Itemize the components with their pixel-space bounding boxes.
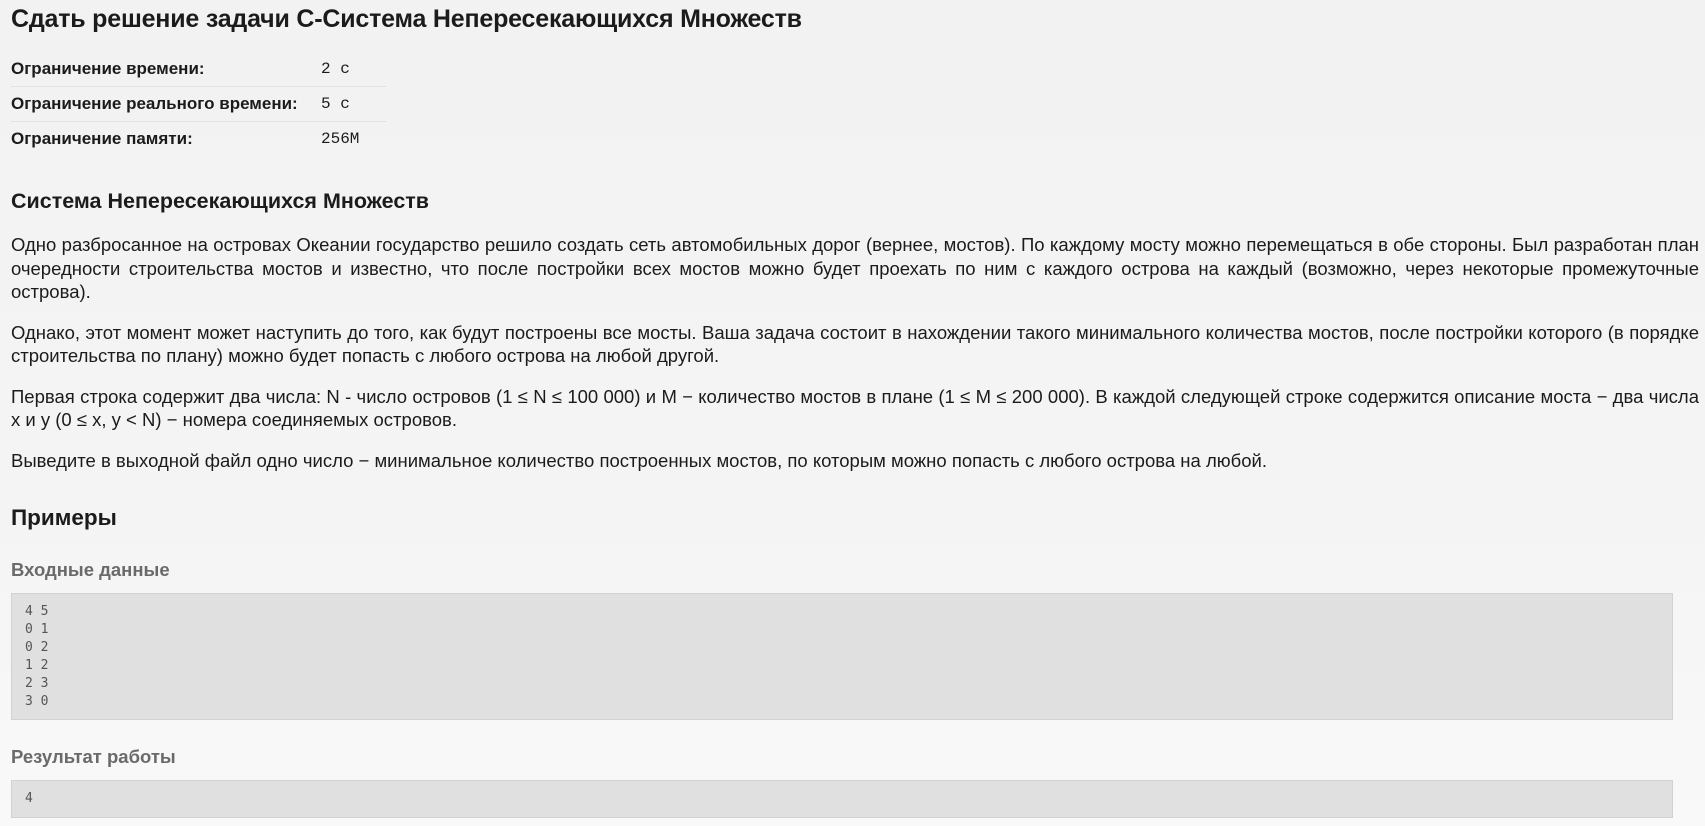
limit-row-time: Ограничение времени: 2 с xyxy=(11,52,386,87)
limit-label: Ограничение реального времени: xyxy=(11,86,321,122)
example-output-block[interactable]: 4 xyxy=(11,780,1673,818)
limit-row-memory: Ограничение памяти: 256M xyxy=(11,122,386,157)
statement-paragraph: Выведите в выходной файл одно число − ми… xyxy=(11,449,1267,471)
examples-title: Примеры xyxy=(11,505,117,530)
limit-value: 256M xyxy=(321,130,360,148)
example-output-label: Результат работы xyxy=(11,746,176,767)
statement-paragraph: Одно разбросанное на островах Океании го… xyxy=(11,234,1699,302)
limit-label: Ограничение времени: xyxy=(11,52,321,87)
problem-statement: Одно разбросанное на островах Океании го… xyxy=(11,233,1699,489)
limits-table: Ограничение времени: 2 с Ограничение реа… xyxy=(11,52,386,156)
statement-paragraph: Однако, этот момент может наступить до т… xyxy=(11,321,1699,367)
limit-value: 2 с xyxy=(321,52,386,87)
problem-title: Система Непересекающихся Множеств xyxy=(11,189,430,213)
example-input-label: Входные данные xyxy=(11,559,170,580)
page-title: Сдать решение задачи C-Система Непересек… xyxy=(11,5,802,33)
limit-label: Ограничение памяти: xyxy=(11,129,193,148)
statement-paragraph: Первая строка содержит два числа: N - чи… xyxy=(11,385,1699,431)
limit-row-real-time: Ограничение реального времени: 5 с xyxy=(11,86,386,122)
example-input-block[interactable]: 4 5 0 1 0 2 1 2 2 3 3 0 xyxy=(11,593,1673,720)
limit-value: 5 с xyxy=(321,86,386,122)
